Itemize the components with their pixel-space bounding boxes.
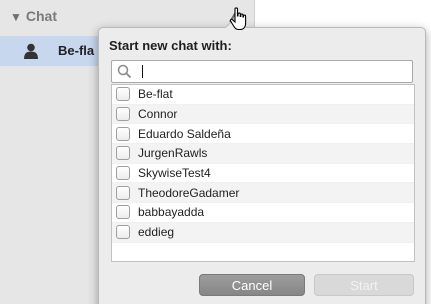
start-button[interactable]: Start [314,274,414,296]
user-checkbox[interactable] [116,107,130,122]
user-checkbox[interactable] [116,185,130,200]
user-checkbox[interactable] [116,126,130,141]
popover-title: Start new chat with: [109,38,232,53]
chat-window: ▼ Chat Be-fla Start new chat with: Be-fl… [0,0,431,304]
list-item[interactable]: babbayadda [112,203,414,223]
user-checkbox[interactable] [116,205,130,220]
hand-cursor-icon [228,6,250,32]
user-name: Connor [138,107,178,122]
user-name: Be-flat [138,87,173,102]
person-icon [24,43,38,59]
user-name: babbayadda [138,205,205,220]
start-chat-popover: Start new chat with: Be-flat Connor Edua… [98,16,426,304]
list-item[interactable]: eddieg [112,222,414,243]
list-item[interactable]: JurgenRawls [112,144,414,164]
user-checkbox[interactable] [116,146,130,161]
chat-section-header[interactable]: ▼ Chat [10,8,57,24]
user-name: eddieg [138,225,175,240]
chat-section-label: Chat [25,8,58,24]
list-item[interactable]: Connor [112,104,414,125]
user-name: TheodoreGadamer [138,185,240,200]
user-name: JurgenRawls [138,146,208,161]
text-caret [142,65,143,78]
list-item[interactable]: Be-flat [112,85,414,105]
sidebar-item-label: Be-fla [58,43,95,58]
list-item[interactable]: SkywiseTest4 [112,164,414,184]
search-field[interactable] [111,60,413,83]
user-checkbox[interactable] [116,225,130,240]
list-item[interactable]: Eduardo Saldeña [112,124,414,145]
list-item[interactable]: TheodoreGadamer [112,183,414,204]
user-name: SkywiseTest4 [138,166,211,181]
user-name: Eduardo Saldeña [138,126,231,141]
user-checkbox[interactable] [116,166,130,181]
user-list: Be-flat Connor Eduardo Saldeña JurgenRaw… [111,84,415,262]
search-input[interactable] [138,63,408,79]
user-checkbox[interactable] [116,87,130,102]
search-icon [117,64,132,79]
disclosure-triangle-down-icon[interactable]: ▼ [10,10,22,24]
cancel-button[interactable]: Cancel [199,274,305,296]
